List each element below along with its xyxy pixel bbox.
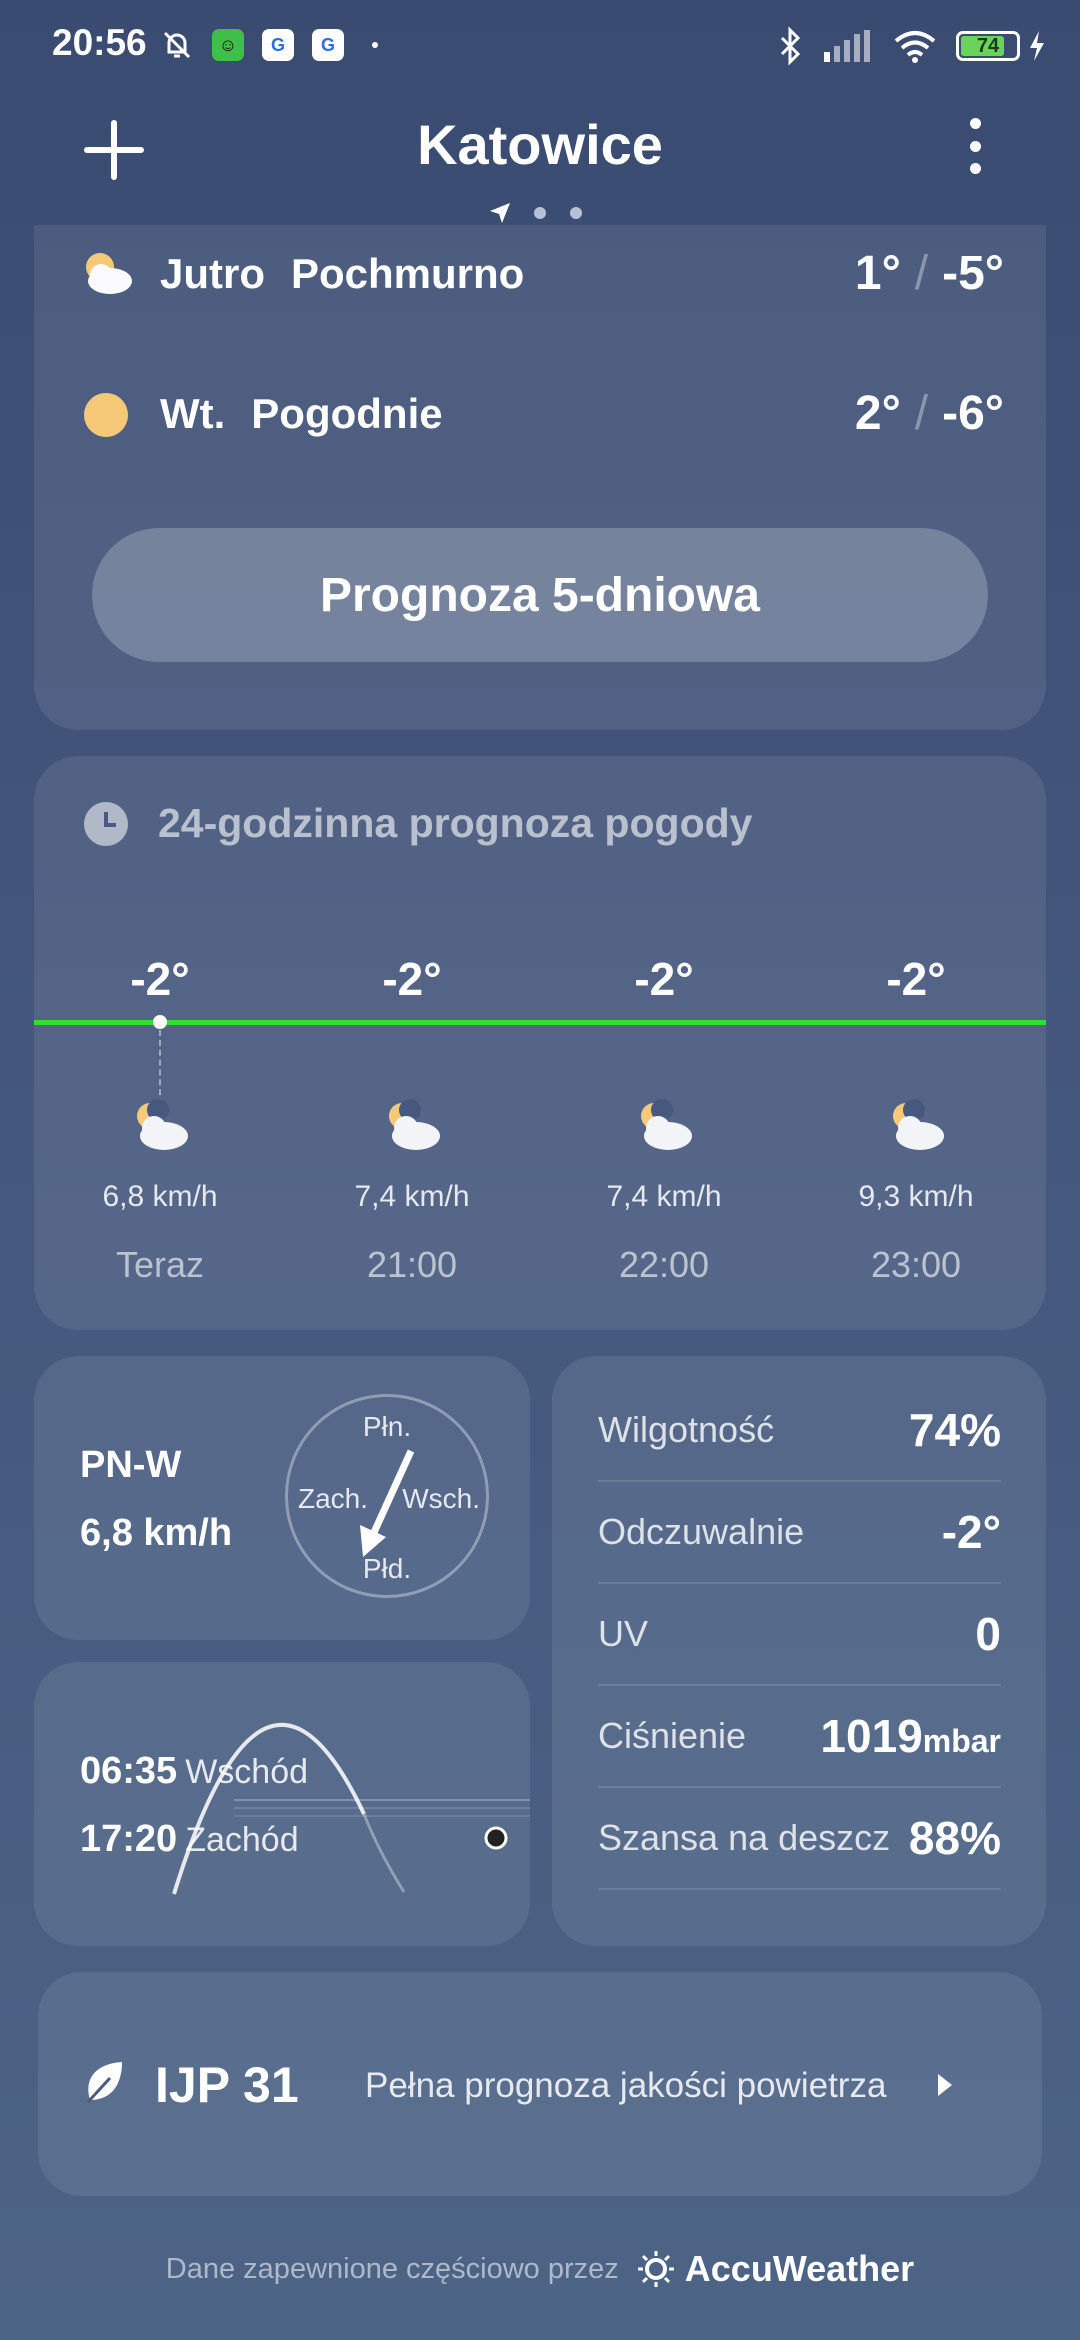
daily-row[interactable]: Jutro Pochmurno 1° / -5° — [78, 246, 1004, 301]
detail-value-row: 1019mbar — [820, 1709, 1001, 1763]
detail-value: 0 — [975, 1608, 1001, 1660]
hour-time: 21:00 — [366, 1244, 458, 1285]
night-cloudy-icon — [641, 1099, 692, 1150]
low-temp: -5° — [942, 247, 1004, 300]
signal-icon — [824, 30, 870, 62]
current-temp-point — [153, 1015, 167, 1029]
daily-row[interactable]: Wt. Pogodnie 2° / -6° — [78, 386, 1004, 441]
detail-label: UV — [598, 1613, 649, 1654]
detail-pressure: Ciśnienie 1019mbar — [598, 1686, 1001, 1788]
detail-unit: mbar — [922, 1723, 1001, 1759]
hour-time: 23:00 — [870, 1244, 962, 1285]
hour-temp: -2° — [130, 953, 190, 1005]
sunrise-label: Wschód — [185, 1753, 309, 1791]
high-temp: 2° — [854, 387, 901, 440]
hour-temp: -2° — [886, 953, 946, 1005]
sunrise-row: 06:35 Wschód — [80, 1750, 308, 1793]
more-options-button[interactable] — [968, 118, 982, 174]
status-bar: 20:56 ☺ G G 74 — [0, 0, 1080, 95]
detail-label: Odczuwalnie — [598, 1511, 805, 1552]
dot-icon — [372, 42, 378, 48]
hour-temp: -2° — [634, 953, 694, 1005]
temperature-line — [34, 1020, 1046, 1025]
accuweather-sun-icon — [637, 2251, 674, 2287]
news-app-icon: G — [312, 29, 344, 61]
detail-label: Ciśnienie — [598, 1715, 747, 1756]
sun-icon — [84, 392, 128, 437]
current-hour-marker — [159, 1030, 161, 1105]
detail-humidity: Wilgotność 74% — [598, 1380, 1001, 1482]
charging-icon — [1030, 31, 1044, 61]
hour-time: 22:00 — [618, 1244, 710, 1285]
sun-path-icon — [172, 1722, 530, 1895]
air-quality-link[interactable]: Pełna prognoza jakości powietrza — [365, 2066, 886, 2106]
frog-app-icon: ☺ — [212, 29, 244, 61]
sunset-label: Zachód — [185, 1821, 299, 1859]
wind-speed: 6,8 km/h — [80, 1512, 233, 1554]
page-indicator — [490, 203, 582, 223]
day-label: Wt. — [160, 389, 226, 437]
location-arrow-icon — [490, 203, 510, 223]
detail-value: 1019 — [820, 1710, 923, 1762]
detail-value: 74% — [908, 1404, 1001, 1456]
accuweather-brand[interactable]: AccuWeather — [685, 2248, 914, 2290]
sunrise-time: 06:35 — [80, 1750, 178, 1792]
detail-label: Szansa na deszcz — [598, 1817, 891, 1858]
mute-bell-icon — [163, 31, 191, 59]
hourly-title: 24-godzinna prognoza pogody — [158, 800, 753, 846]
chevron-right-icon — [938, 2074, 952, 2096]
hour-wind: 7,4 km/h — [606, 1180, 722, 1213]
status-time: 20:56 — [52, 22, 147, 63]
city-title: Katowice — [417, 113, 663, 176]
high-temp: 1° — [854, 247, 901, 300]
status-left-icons: ☺ G G — [160, 28, 378, 62]
hourly-title-row: 24-godzinna prognoza pogody — [84, 800, 752, 847]
compass: Płn. Płd. Zach. Wsch. — [285, 1394, 489, 1598]
detail-uv: UV 0 — [598, 1584, 1001, 1686]
sunrise-sunset-card — [34, 1662, 530, 1946]
battery-level: 74 — [976, 34, 1000, 57]
detail-value: -2° — [941, 1506, 1001, 1558]
status-right-icons: 74 — [776, 26, 1046, 66]
sunset-time: 17:20 — [80, 1818, 178, 1860]
night-cloudy-icon — [137, 1099, 188, 1150]
battery-icon: 74 — [956, 31, 1020, 61]
night-cloudy-icon — [389, 1099, 440, 1150]
hour-time: Teraz — [115, 1244, 205, 1285]
wind-arrow-icon — [360, 1449, 415, 1557]
wind-direction: PN-W — [80, 1444, 182, 1486]
air-quality-index: IJP 31 — [155, 2057, 299, 2113]
day-temps: 1° / -5° — [854, 247, 1004, 300]
footer: Dane zapewnione częściowo przez AccuWeat… — [0, 2248, 1080, 2290]
detail-value: 88% — [908, 1812, 1001, 1864]
hour-wind: 6,8 km/h — [102, 1180, 218, 1213]
partly-cloudy-icon — [86, 252, 132, 294]
night-cloudy-icon — [893, 1099, 944, 1150]
detail-feels-like: Odczuwalnie -2° — [598, 1482, 1001, 1584]
footer-text: Dane zapewnione częściowo przez — [165, 2252, 619, 2285]
hour-wind: 9,3 km/h — [858, 1180, 974, 1213]
day-temps: 2° / -6° — [854, 387, 1004, 440]
hour-temp: -2° — [382, 953, 442, 1005]
clock-icon — [84, 801, 128, 846]
detail-label: Wilgotność — [598, 1409, 775, 1450]
news-app-icon: G — [262, 29, 294, 61]
day-label: Jutro — [160, 249, 265, 297]
detail-rain-chance: Szansa na deszcz 88% — [598, 1788, 1001, 1890]
bluetooth-icon — [780, 26, 801, 66]
low-temp: -6° — [942, 387, 1004, 440]
sunset-row: 17:20 Zachód — [80, 1818, 299, 1861]
condition-label: Pogodnie — [251, 389, 443, 437]
wifi-icon — [894, 31, 936, 63]
hour-wind: 7,4 km/h — [354, 1180, 470, 1213]
page-dot[interactable] — [534, 207, 546, 219]
five-day-forecast-button[interactable]: Prognoza 5-dniowa — [92, 528, 988, 662]
page-dot[interactable] — [570, 207, 582, 219]
leaf-icon — [86, 2062, 122, 2104]
condition-label: Pochmurno — [291, 249, 525, 297]
